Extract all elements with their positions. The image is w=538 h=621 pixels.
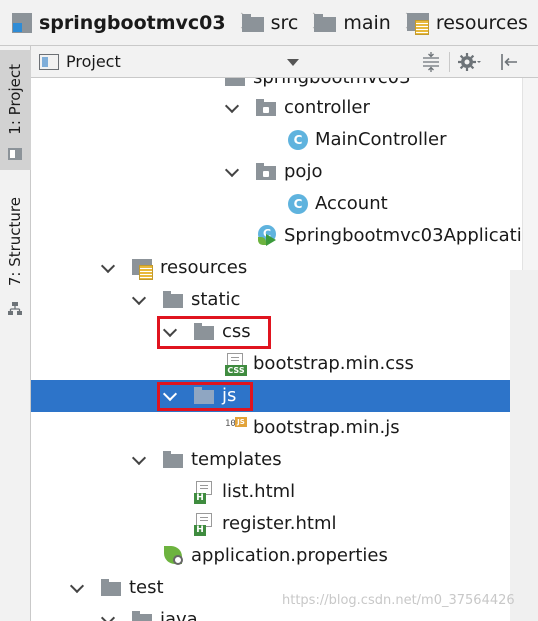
project-icon bbox=[39, 53, 59, 70]
tree-item-label: bootstrap.min.js bbox=[253, 417, 400, 438]
html-file-icon: H bbox=[194, 513, 216, 536]
structure-icon bbox=[8, 302, 22, 315]
gear-icon[interactable] bbox=[457, 50, 481, 74]
tree-item-springbootmvc03application[interactable]: C Springbootmvc03Application bbox=[31, 220, 522, 252]
breadcrumb: springbootmvc03 src main resources bbox=[0, 0, 538, 46]
folder-icon bbox=[101, 577, 123, 599]
tree-item-label: controller bbox=[284, 97, 370, 118]
project-tree: springbootmvc03 controller C MainControl… bbox=[31, 78, 522, 621]
tree-item-label: resources bbox=[160, 257, 248, 278]
header-divider bbox=[449, 52, 450, 72]
folder-icon bbox=[241, 13, 264, 32]
breadcrumb-label: springbootmvc03 bbox=[39, 11, 226, 34]
tree-item-label: css bbox=[222, 321, 251, 342]
hide-panel-icon[interactable] bbox=[497, 50, 521, 74]
tree-item-bootstrap-min-js[interactable]: 1010 JS bootstrap.min.js bbox=[31, 412, 522, 444]
tab-structure[interactable]: 7: Structure bbox=[0, 191, 31, 321]
breadcrumb-label: resources bbox=[435, 11, 528, 34]
file-type-tag: JS bbox=[235, 417, 247, 427]
package-icon bbox=[256, 161, 278, 183]
breadcrumb-item-springbootmvc03[interactable]: springbootmvc03 bbox=[12, 0, 226, 45]
tree-item-templates[interactable]: templates bbox=[31, 444, 522, 476]
folder-icon bbox=[225, 78, 247, 89]
tree-item-label: Account bbox=[315, 193, 388, 214]
tree-item-css[interactable]: css bbox=[31, 316, 522, 348]
tree-item-js[interactable]: js bbox=[31, 380, 522, 412]
tree-item-label: register.html bbox=[222, 513, 337, 534]
folder-icon bbox=[163, 449, 185, 471]
folder-icon bbox=[194, 385, 216, 407]
tree-item-pojo[interactable]: pojo bbox=[31, 156, 522, 188]
spring-properties-icon bbox=[163, 545, 185, 567]
tree-item-label: bootstrap.min.css bbox=[253, 353, 414, 374]
expand-arrow-icon[interactable] bbox=[225, 165, 239, 179]
resources-folder-icon bbox=[132, 257, 154, 280]
expand-arrow-icon[interactable] bbox=[132, 293, 146, 307]
dropdown-arrow-icon[interactable] bbox=[287, 59, 299, 66]
tree-item-label: java bbox=[160, 609, 198, 621]
breadcrumb-item-main[interactable]: main bbox=[314, 0, 391, 45]
spring-boot-run-icon: C bbox=[258, 225, 280, 247]
tree-item-controller[interactable]: controller bbox=[31, 92, 522, 124]
scrollbar-thumb[interactable] bbox=[510, 270, 538, 621]
expand-arrow-icon[interactable] bbox=[163, 325, 177, 339]
breadcrumb-label: src bbox=[270, 11, 299, 34]
expand-arrow-icon[interactable] bbox=[101, 613, 115, 621]
tree-item-label: js bbox=[222, 385, 237, 406]
tree-item-list-html[interactable]: H list.html bbox=[31, 476, 522, 508]
folder-icon bbox=[132, 609, 154, 621]
css-file-icon: CSS bbox=[225, 353, 247, 376]
breadcrumb-item-src[interactable]: src bbox=[241, 0, 299, 45]
resources-folder-icon bbox=[406, 12, 429, 35]
file-type-tag: H bbox=[194, 493, 206, 504]
js-file-icon: 1010 JS bbox=[225, 417, 247, 439]
tree-item-label: springbootmvc03 bbox=[253, 78, 411, 88]
tree-item-register-html[interactable]: H register.html bbox=[31, 508, 522, 540]
project-window-icon bbox=[8, 148, 22, 160]
tree-item-application-properties[interactable]: application.properties bbox=[31, 540, 522, 572]
class-icon: C bbox=[288, 194, 308, 214]
tree-item-label: templates bbox=[191, 449, 282, 470]
tree-item-bootstrap-min-css[interactable]: CSS bootstrap.min.css bbox=[31, 348, 522, 380]
tree-item-label: MainController bbox=[315, 129, 447, 150]
tree-item-label: list.html bbox=[222, 481, 296, 502]
html-file-icon: H bbox=[194, 481, 216, 504]
file-type-tag: H bbox=[194, 525, 206, 536]
project-view-selector[interactable]: Project bbox=[39, 52, 121, 71]
project-view-label: Project bbox=[66, 52, 121, 71]
tab-structure-label: 7: Structure bbox=[6, 197, 24, 287]
watermark: https://blog.csdn.net/m0_37564426 bbox=[282, 593, 515, 608]
class-icon: C bbox=[288, 130, 308, 150]
collapse-all-icon[interactable] bbox=[419, 50, 443, 74]
tree-item-label: Springbootmvc03Application bbox=[284, 225, 522, 246]
project-panel-header: Project bbox=[31, 46, 538, 78]
tree-item-maincontroller[interactable]: C MainController bbox=[31, 124, 522, 156]
tree-item-label: pojo bbox=[284, 161, 323, 182]
tool-window-strip: 1: Project 7: Structure bbox=[0, 46, 31, 621]
tree-item-resources[interactable]: resources bbox=[31, 252, 522, 284]
expand-arrow-icon[interactable] bbox=[132, 453, 146, 467]
tree-item-label: test bbox=[129, 577, 164, 598]
module-icon bbox=[12, 12, 32, 33]
expand-arrow-icon[interactable] bbox=[70, 581, 84, 595]
folder-icon bbox=[163, 289, 185, 311]
tree-item-account[interactable]: C Account bbox=[31, 188, 522, 220]
breadcrumb-label: main bbox=[343, 11, 391, 34]
folder-icon bbox=[314, 13, 337, 32]
expand-arrow-icon[interactable] bbox=[163, 389, 177, 403]
tree-item-label: application.properties bbox=[191, 545, 388, 566]
package-icon bbox=[256, 97, 278, 119]
file-type-tag: CSS bbox=[225, 365, 247, 376]
tree-item-static[interactable]: static bbox=[31, 284, 522, 316]
tab-project-label: 1: Project bbox=[6, 64, 24, 135]
tab-project[interactable]: 1: Project bbox=[0, 50, 31, 170]
expand-arrow-icon[interactable] bbox=[225, 101, 239, 115]
breadcrumb-item-resources[interactable]: resources bbox=[406, 0, 528, 45]
folder-icon bbox=[194, 321, 216, 343]
tree-item-label: static bbox=[191, 289, 241, 310]
expand-arrow-icon[interactable] bbox=[101, 261, 115, 275]
